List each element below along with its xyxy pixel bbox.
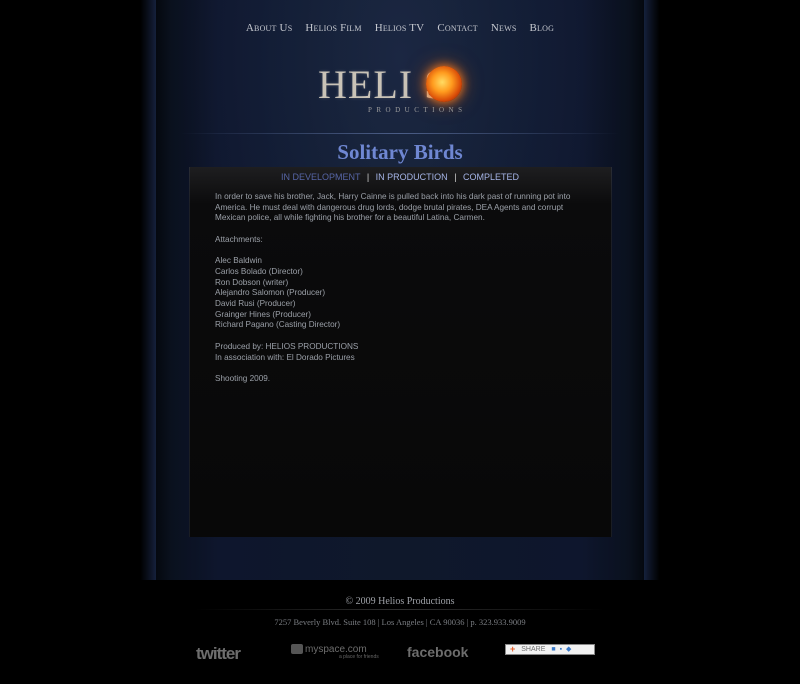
nav-blog[interactable]: Blog [530,22,555,34]
plus-icon: + [510,644,516,654]
tab-in-production[interactable]: IN PRODUCTION [376,172,448,182]
nav-news[interactable]: News [491,22,517,34]
attachment-item: Ron Dobson (writer) [215,277,289,287]
myspace-icon [291,644,303,655]
footer-copyright: © 2009 Helios Productions [345,596,455,607]
produced-by-text: Produced by: HELIOS PRODUCTIONS [215,341,359,351]
footer-address: 7257 Beverly Blvd. Suite 108 | Los Angel… [274,617,526,627]
footer-divider [195,609,605,610]
header-divider [180,133,620,134]
share-button[interactable]: + SHARE ■ ▪ ◆ [505,644,595,655]
project-description: In order to save his brother, Jack, Harr… [215,192,590,385]
attachment-item: Richard Pagano (Casting Director) [215,320,341,330]
attachment-item: Carlos Bolado (Director) [215,266,303,276]
tab-in-development[interactable]: IN DEVELOPMENT [281,172,360,182]
sun-icon [426,66,462,102]
bookmark-icons: ■ ▪ ◆ [551,646,573,653]
synopsis-text: In order to save his brother, Jack, Harr… [215,192,571,223]
nav-contact[interactable]: Contact [437,22,478,34]
tab-completed[interactable]: COMPLETED [463,172,519,182]
main-nav: About Us Helios Film Helios TV Contact N… [0,22,800,34]
tab-separator: | [366,172,370,182]
nav-helios-tv[interactable]: Helios TV [375,22,425,34]
myspace-tagline: a place for friends [339,654,379,660]
attachment-item: David Rusi (Producer) [215,299,296,308]
attachments-label: Attachments: [215,234,263,244]
nav-about-us[interactable]: About Us [246,22,292,34]
social-links: twitter myspace.com a place for friends … [0,644,800,668]
helios-logo[interactable]: HELI S PRODUCTIONS [318,62,488,118]
attachment-item: Grainger Hines (Producer) [215,309,312,319]
nav-helios-film[interactable]: Helios Film [305,22,361,34]
logo-subtitle: PRODUCTIONS [368,106,467,114]
share-label: SHARE [521,646,546,653]
attachment-item: Alec Baldwin [215,256,262,266]
myspace-link[interactable]: myspace.com a place for friends [291,644,379,660]
tab-separator: | [454,172,457,182]
attachment-item: Alejandro Salomon (Producer) [215,288,326,298]
facebook-link[interactable]: facebook [407,644,468,660]
association-text: In association with: El Dorado Pictures [215,352,355,362]
shooting-text: Shooting 2009. [215,373,271,383]
twitter-link[interactable]: twitter [196,644,241,664]
status-tabs: IN DEVELOPMENT | IN PRODUCTION | COMPLET… [0,172,800,182]
page-title: Solitary Birds [337,140,463,164]
